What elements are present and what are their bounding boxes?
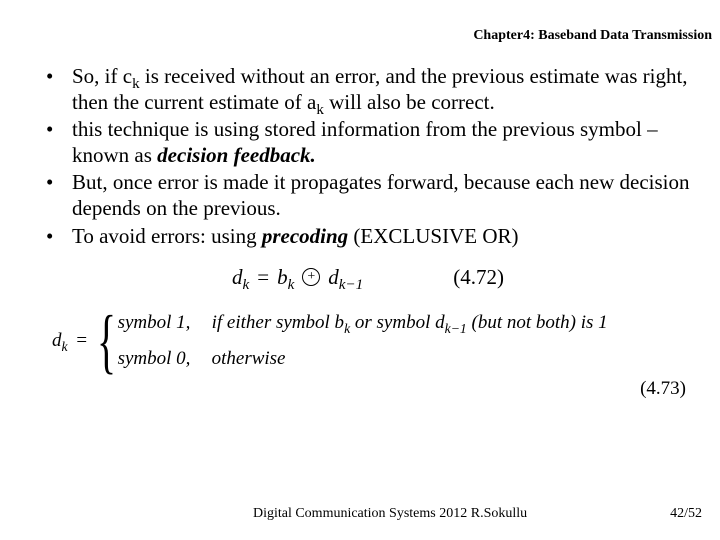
var-d: d — [52, 330, 62, 351]
equation-473: dk = { symbol 1, if either symbol bk or … — [52, 312, 698, 370]
case-row: symbol 0, otherwise — [118, 348, 608, 370]
text-fragment: (but not both) is 1 — [467, 312, 608, 333]
var-d: d — [232, 265, 243, 289]
subscript: k−1 — [445, 321, 467, 336]
text-fragment: if either symbol b — [212, 312, 344, 333]
subscript: k−1 — [339, 277, 363, 293]
text-fragment: (EXCLUSIVE OR) — [348, 224, 518, 248]
page-number: 42/52 — [670, 506, 702, 522]
list-item: But, once error is made it propagates fo… — [38, 170, 698, 221]
subscript: k — [243, 277, 250, 293]
eq-lhs: dk = — [52, 330, 97, 352]
equation-label: (4.72) — [453, 265, 504, 290]
equals-sign: = — [257, 265, 269, 290]
equals-sign: = — [72, 330, 87, 351]
footer-center: Digital Communication Systems 2012 R.Sok… — [0, 506, 670, 522]
curly-brace-icon: { — [97, 313, 116, 369]
case-value: symbol 1, — [118, 312, 212, 334]
var-d: d — [328, 265, 339, 289]
case-condition: if either symbol bk or symbol dk−1 (but … — [212, 312, 608, 334]
list-item: So, if ck is received without an error, … — [38, 64, 698, 115]
equation-label: (4.73) — [38, 378, 698, 400]
text-fragment: otherwise — [212, 348, 292, 370]
case-row: symbol 1, if either symbol bk or symbol … — [118, 312, 608, 334]
subscript: k — [316, 102, 324, 118]
case-condition: otherwise — [212, 348, 292, 370]
case-value: symbol 0, — [118, 348, 212, 370]
subscript: k — [288, 277, 295, 293]
cases: symbol 1, if either symbol bk or symbol … — [118, 312, 608, 370]
chapter-header: Chapter4: Baseband Data Transmission — [0, 0, 720, 44]
text-fragment: But, once error is made it propagates fo… — [72, 170, 690, 220]
eq-lhs: dk = bk + dk−1 — [232, 265, 363, 290]
list-item: To avoid errors: using precoding (EXCLUS… — [38, 224, 698, 250]
equations: dk = bk + dk−1 (4.72) dk = { symbol 1, i… — [38, 265, 698, 400]
text-fragment: or symbol d — [350, 312, 444, 333]
slide-content: So, if ck is received without an error, … — [0, 44, 720, 400]
emphasis: precoding — [262, 224, 348, 248]
emphasis: decision feedback. — [157, 143, 316, 167]
equation-472: dk = bk + dk−1 (4.72) — [38, 265, 698, 290]
subscript: k — [62, 339, 68, 354]
text-fragment: So, if c — [72, 64, 132, 88]
slide-footer: Digital Communication Systems 2012 R.Sok… — [0, 506, 720, 522]
chapter-title: Chapter4: Baseband Data Transmission — [473, 28, 712, 43]
text-fragment: will also be correct. — [324, 90, 495, 114]
list-item: this technique is using stored informati… — [38, 117, 698, 168]
text-fragment: To avoid errors: using — [72, 224, 262, 248]
xor-icon: + — [302, 268, 320, 286]
var-b: b — [277, 265, 288, 289]
bullet-list: So, if ck is received without an error, … — [38, 64, 698, 249]
